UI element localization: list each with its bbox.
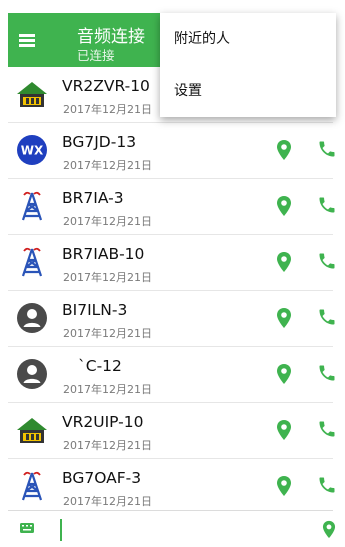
phone-call-icon[interactable] [317, 419, 337, 439]
location-pin-icon[interactable] [276, 419, 292, 441]
house-icon [17, 418, 47, 443]
svg-text:WX: WX [21, 144, 44, 158]
menu-item-settings[interactable]: 设置 [160, 65, 336, 117]
message-input[interactable] [66, 515, 310, 545]
hamburger-menu-icon[interactable] [16, 31, 38, 49]
location-pin-icon[interactable] [276, 475, 292, 497]
connection-status: 已连接 [77, 48, 115, 63]
wx-icon: WX [17, 135, 47, 165]
last-heard-date: 2017年12月21日 [63, 327, 152, 340]
location-pin-icon[interactable] [276, 363, 292, 385]
bottom-input-bar [8, 510, 336, 547]
callsign: BG7OAF-3 [62, 469, 142, 487]
phone-call-icon[interactable] [317, 251, 337, 271]
station-row[interactable]: VR2UIP-10 2017年12月21日 [8, 403, 335, 459]
keyboard-icon[interactable] [20, 523, 34, 533]
location-pin-icon[interactable] [276, 307, 292, 329]
person-icon [17, 359, 47, 389]
page-title: 音频连接 [77, 27, 145, 47]
location-pin-icon[interactable] [276, 139, 292, 161]
radio-tower-icon [21, 191, 43, 221]
callsign: BI7ILN-3 [62, 301, 128, 319]
last-heard-date: 2017年12月21日 [63, 103, 152, 116]
callsign: BR7IAB-10 [62, 245, 145, 263]
phone-call-icon[interactable] [317, 195, 337, 215]
last-heard-date: 2017年12月21日 [63, 159, 152, 172]
callsign: BG7JD-13 [62, 133, 137, 151]
location-pin-icon[interactable] [276, 195, 292, 217]
location-pin-icon[interactable] [276, 251, 292, 273]
station-row[interactable]: BI7ILN-3 2017年12月21日 [8, 291, 335, 347]
last-heard-date: 2017年12月21日 [63, 271, 152, 284]
overflow-menu: 附近的人 设置 [160, 13, 336, 117]
station-row[interactable]: WX BG7JD-13 2017年12月21日 [8, 123, 335, 179]
last-heard-date: 2017年12月21日 [63, 495, 152, 508]
callsign: BR7IA-3 [62, 189, 124, 207]
callsign: `C-12 [78, 357, 122, 375]
menu-item-nearby-people[interactable]: 附近的人 [160, 13, 336, 65]
last-heard-date: 2017年12月21日 [63, 383, 152, 396]
person-icon [17, 303, 47, 333]
phone-call-icon[interactable] [317, 475, 337, 495]
station-row[interactable]: BR7IAB-10 2017年12月21日 [8, 235, 335, 291]
station-row[interactable]: `C-12 2017年12月21日 [8, 347, 335, 403]
house-icon [17, 82, 47, 107]
radio-tower-icon [21, 471, 43, 501]
callsign: VR2ZVR-10 [62, 77, 150, 95]
station-row[interactable]: BG7OAF-3 2017年12月21日 [8, 459, 335, 515]
phone-call-icon[interactable] [317, 307, 337, 327]
phone-call-icon[interactable] [317, 363, 337, 383]
last-heard-date: 2017年12月21日 [63, 215, 152, 228]
station-row[interactable]: BR7IA-3 2017年12月21日 [8, 179, 335, 235]
callsign: VR2UIP-10 [62, 413, 144, 431]
last-heard-date: 2017年12月21日 [63, 439, 152, 452]
text-cursor [60, 519, 62, 541]
radio-tower-icon [21, 247, 43, 277]
location-pin-icon[interactable] [322, 520, 336, 539]
station-list: VR2ZVR-10 2017年12月21日 WX BG7JD-13 2017年1… [8, 67, 335, 515]
phone-call-icon[interactable] [317, 139, 337, 159]
